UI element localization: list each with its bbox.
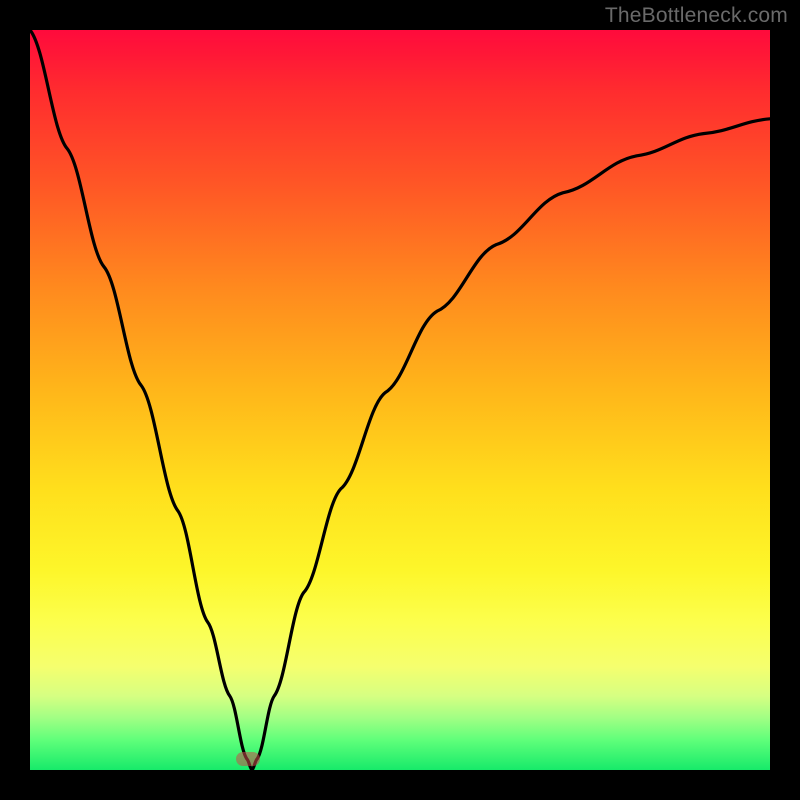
watermark-text: TheBottleneck.com [605,4,788,28]
curve-right-branch [252,119,770,770]
curve-left-branch [30,30,252,770]
minimum-marker [236,752,260,766]
chart-frame: TheBottleneck.com [0,0,800,800]
curve-layer [30,30,770,770]
